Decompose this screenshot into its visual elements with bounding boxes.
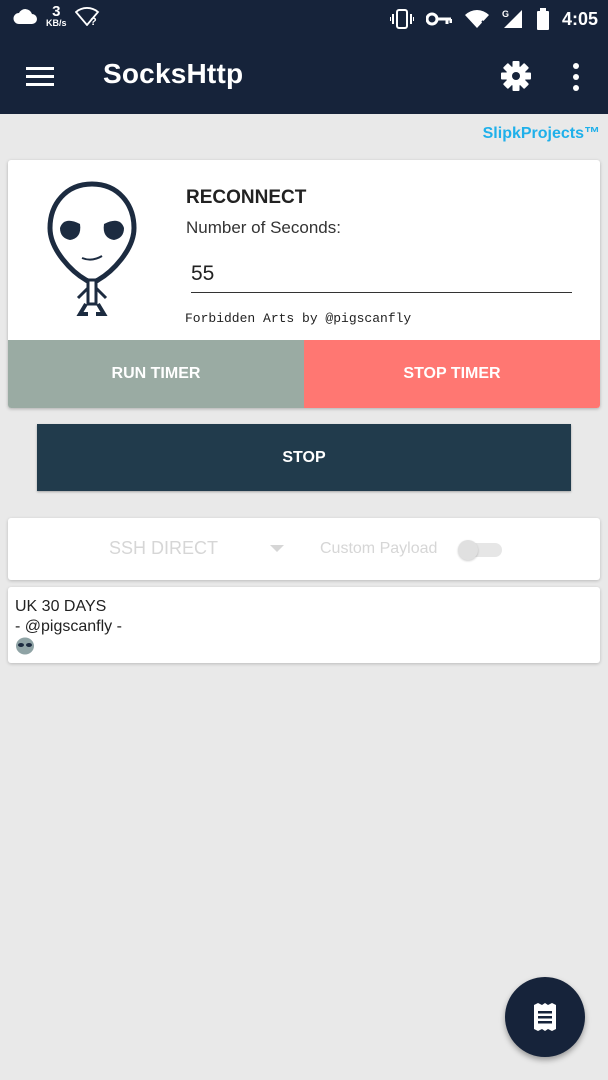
log-fab-button[interactable] xyxy=(505,977,585,1057)
chevron-down-icon[interactable] xyxy=(270,545,284,552)
stop-timer-button[interactable]: STOP TIMER xyxy=(304,340,600,408)
receipt-log-icon xyxy=(534,1003,556,1031)
wifi-icon xyxy=(464,10,489,28)
clock: 4:05 xyxy=(561,8,598,29)
battery-icon xyxy=(536,8,549,30)
net-speed: 3 KB/s xyxy=(46,4,67,28)
brand-label: SlipkProjects™ xyxy=(482,125,600,142)
vibrate-icon xyxy=(389,9,414,29)
config-note-card[interactable]: UK 30 DAYS - @pigscanfly - xyxy=(8,587,600,663)
credit-text: Forbidden Arts by @pigscanfly xyxy=(185,311,412,326)
vpn-key-icon xyxy=(425,12,452,26)
app-title: SocksHttp xyxy=(103,58,244,89)
svg-text:?: ? xyxy=(90,16,97,26)
connection-mode-select[interactable]: SSH DIRECT xyxy=(109,538,218,559)
net-speed-value: 3 xyxy=(52,3,61,20)
status-right: G 4:05 xyxy=(389,0,598,38)
signal-icon: G xyxy=(502,9,522,28)
seconds-label: Number of Seconds: xyxy=(186,218,341,237)
cloud-icon xyxy=(13,9,37,24)
net-speed-unit: KB/s xyxy=(46,18,67,28)
reconnect-card: RECONNECT Number of Seconds: Forbidden A… xyxy=(8,160,600,408)
run-timer-button[interactable]: RUN TIMER xyxy=(8,340,304,408)
svg-text:G: G xyxy=(502,9,509,19)
alien-icon xyxy=(47,181,137,316)
reconnect-title: RECONNECT xyxy=(186,187,307,208)
config-author: - @pigscanfly - xyxy=(15,618,122,635)
more-vert-icon[interactable] xyxy=(562,60,590,94)
status-bar: 3 KB/s ? G 4:05 xyxy=(0,0,608,38)
stop-button[interactable]: STOP xyxy=(37,424,571,491)
app-bar: SocksHttp xyxy=(0,38,608,114)
menu-icon[interactable] xyxy=(22,62,58,90)
seconds-input[interactable] xyxy=(191,256,572,293)
custom-payload-label: Custom Payload xyxy=(320,540,438,557)
toggle-knob xyxy=(458,540,478,560)
mode-card: SSH DIRECT Custom Payload xyxy=(8,518,600,580)
gear-icon[interactable] xyxy=(498,58,534,94)
alien-face-icon xyxy=(16,637,34,655)
status-left: 3 KB/s ? xyxy=(12,4,101,28)
config-title: UK 30 DAYS xyxy=(15,598,107,615)
wifi-unknown-icon: ? xyxy=(74,7,99,26)
custom-payload-toggle[interactable] xyxy=(458,540,506,560)
